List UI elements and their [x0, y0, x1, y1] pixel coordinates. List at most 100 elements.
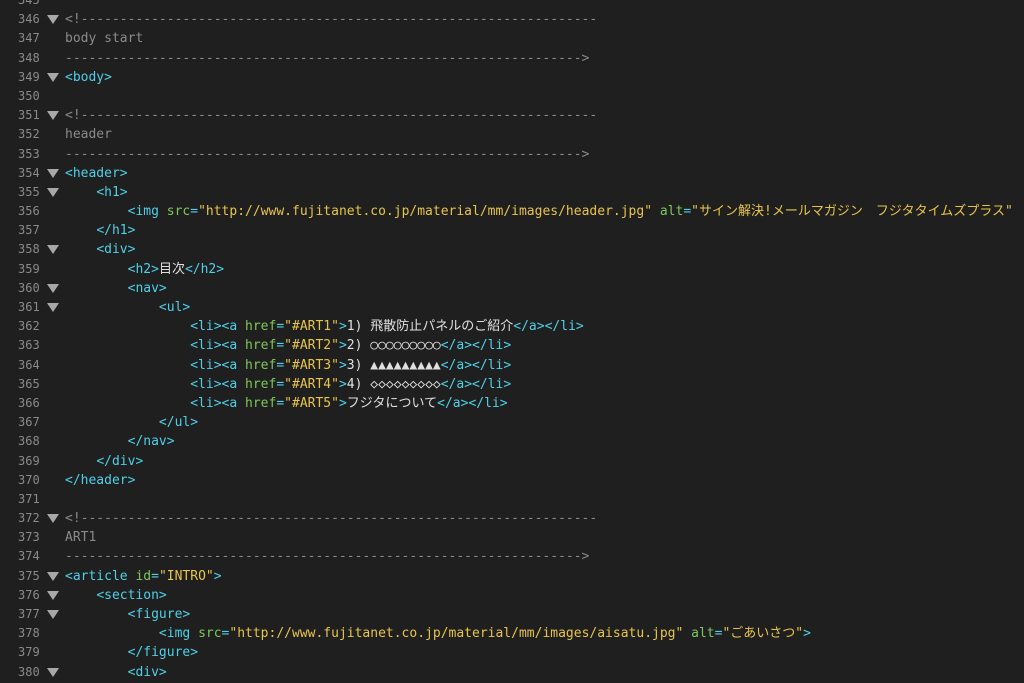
code-text: <li><a href="#ART5">フジタについて</a></li> — [65, 394, 507, 413]
code-line[interactable]: 374 -------------------------------------… — [0, 547, 1024, 566]
code-line[interactable]: 362 <li><a href="#ART1">1) 飛散防止パネルのご紹介</… — [0, 317, 1024, 336]
fold-toggle-icon[interactable] — [47, 168, 59, 178]
fold-toggle-icon[interactable] — [47, 303, 59, 312]
code-line[interactable]: 363 <li><a href="#ART2">2) ○○○○○○○○○</a>… — [0, 336, 1024, 355]
fold-toggle-icon[interactable] — [47, 245, 59, 255]
comment-token: ----------------------------------------… — [65, 50, 590, 66]
fold-toggle-icon[interactable] — [47, 571, 59, 581]
line-number: 345 — [18, 0, 40, 7]
fold-toggle-icon[interactable] — [47, 187, 59, 197]
code-line[interactable]: 360 <nav> — [0, 279, 1024, 298]
code-line[interactable]: 377 <figure> — [0, 605, 1024, 624]
code-line[interactable]: 350 — [0, 87, 1024, 106]
code-line[interactable]: 349 <body> — [0, 68, 1024, 87]
code-line[interactable]: 373 ART1 — [0, 528, 1024, 547]
code-line[interactable]: 358 <div> — [0, 240, 1024, 259]
code-line[interactable]: 351 <!-----------------------------------… — [0, 106, 1024, 125]
code-line[interactable]: 352 header — [0, 125, 1024, 144]
code-line[interactable]: 369 </div> — [0, 452, 1024, 471]
code-line[interactable]: 354 <header> — [0, 164, 1024, 183]
fold-toggle-icon[interactable] — [47, 72, 59, 82]
attribute-token: href — [245, 395, 277, 411]
fold-toggle-icon[interactable] — [47, 590, 59, 600]
code-line[interactable]: 345 — [0, 0, 1024, 10]
code-line[interactable]: 376 <section> — [0, 586, 1024, 605]
code-line[interactable]: 379 </figure> — [0, 643, 1024, 662]
code-text: <li><a href="#ART4">4) ◇◇◇◇◇◇◇◇◇</a></li… — [65, 375, 511, 394]
text-token: 3) ▲▲▲▲▲▲▲▲▲ — [346, 357, 441, 373]
code-line[interactable]: 348 -------------------------------------… — [0, 49, 1024, 68]
attribute-token: href — [245, 319, 277, 335]
fold-toggle-icon[interactable] — [47, 667, 59, 677]
code-line[interactable]: 353 -------------------------------------… — [0, 145, 1024, 164]
code-line[interactable]: 366 <li><a href="#ART5">フジタについて</a></li> — [0, 394, 1024, 413]
code-line[interactable]: 370 </header> — [0, 471, 1024, 490]
line-number: 346 — [18, 12, 40, 27]
line-number: 362 — [18, 319, 40, 334]
code-text: <img src="http://www.fujitanet.co.jp/mat… — [65, 202, 1013, 221]
code-text: ART1 — [65, 528, 96, 547]
fold-toggle-icon[interactable] — [47, 514, 59, 524]
line-number: 347 — [18, 31, 40, 46]
code-line[interactable]: 346 <!-----------------------------------… — [0, 10, 1024, 29]
code-line[interactable]: 375 <article id="INTRO"> — [0, 567, 1024, 586]
tag-token: </a></li> — [440, 357, 512, 373]
fold-toggle-icon[interactable] — [47, 15, 59, 25]
code-line[interactable]: 357 </h1> — [0, 221, 1024, 240]
line-number: 370 — [18, 472, 40, 487]
code-text: <figure> — [65, 605, 191, 624]
attribute-token: alt — [659, 204, 684, 220]
attribute-token: id — [135, 568, 152, 584]
code-line[interactable]: 365 <li><a href="#ART4">4) ◇◇◇◇◇◇◇◇◇</a>… — [0, 375, 1024, 394]
code-line[interactable]: 364 <li><a href="#ART3">3) ▲▲▲▲▲▲▲▲▲</a>… — [0, 356, 1024, 375]
tag-token: </h1> — [96, 223, 136, 239]
code-line[interactable]: 378 <img src="http://www.fujitanet.co.jp… — [0, 624, 1024, 643]
comment-token: header — [65, 127, 112, 143]
code-text: <li><a href="#ART1">1) 飛散防止パネルのご紹介</a></… — [65, 317, 584, 336]
code-line[interactable]: 361 <ul> — [0, 298, 1024, 317]
tag-token: = — [276, 376, 285, 392]
code-lines[interactable]: 345 346 <!--------------------------------… — [0, 0, 1024, 682]
code-line[interactable]: 359 <h2>目次</h2> — [0, 260, 1024, 279]
comment-token: body start — [65, 31, 144, 47]
line-number: 351 — [18, 108, 40, 123]
attribute-token: alt — [691, 626, 715, 642]
line-number: 378 — [18, 626, 40, 641]
fold-toggle-icon[interactable] — [47, 111, 59, 121]
tag-token: <body> — [65, 69, 112, 85]
code-text: <body> — [65, 68, 112, 87]
code-editor[interactable]: 345 346 <!--------------------------------… — [0, 0, 1024, 683]
line-number: 358 — [18, 242, 40, 257]
line-number: 376 — [18, 587, 40, 602]
tag-token: </a></li> — [513, 319, 584, 335]
code-line[interactable]: 355 <h1> — [0, 183, 1024, 202]
code-line[interactable]: 347 body start — [0, 29, 1024, 48]
tag-token: </figure> — [127, 645, 199, 661]
fold-toggle-icon[interactable] — [47, 610, 59, 619]
code-line[interactable]: 372 <!-----------------------------------… — [0, 509, 1024, 528]
fold-toggle-icon[interactable] — [47, 283, 59, 293]
code-line[interactable]: 367 </ul> — [0, 413, 1024, 432]
comment-token: <!--------------------------------------… — [65, 108, 598, 124]
tag-token: <h1> — [96, 184, 128, 200]
code-line[interactable]: 368 </nav> — [0, 432, 1024, 451]
value-token: "#ART3" — [284, 357, 339, 373]
tag-token: = — [151, 568, 159, 584]
code-line[interactable]: 380 <div> — [0, 663, 1024, 682]
code-line[interactable]: 371 — [0, 490, 1024, 509]
line-number: 356 — [18, 204, 40, 219]
tag-token: </a></li> — [440, 338, 512, 354]
tag-token: <img — [158, 626, 199, 642]
tag-token: <header> — [65, 165, 128, 181]
tag-token: <li><a — [190, 395, 246, 411]
code-line[interactable]: 356 <img src="http://www.fujitanet.co.jp… — [0, 202, 1024, 221]
tag-token — [683, 626, 691, 641]
line-number: 360 — [18, 280, 40, 295]
